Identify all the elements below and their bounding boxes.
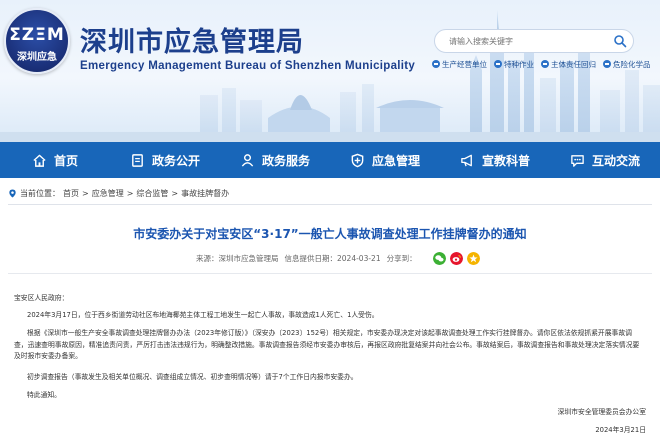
article-paragraph: 根据《深圳市一般生产安全事故调查处理挂牌督办办法（2023年修订版）》（深安办〔… [14,329,640,360]
article-salutation: 宝安区人民政府： [14,294,69,302]
article-signature: 深圳市安全管理委员会办公室 [557,408,646,416]
article-body: 宝安区人民政府： 2024年3月17日，位于西乡街道劳动社区布地海椰苑主体工程工… [0,0,660,442]
article-paragraph: 2024年3月17日，位于西乡街道劳动社区布地海椰苑主体工程工地发生一起亡人事故… [27,311,379,319]
article-paragraph: 特此通知。 [27,391,61,399]
article-paragraph: 初步调查报告（事故发生及相关单位概况、调查组成立情况、初步查明情况等）请于7个工… [27,373,358,381]
article-sign-date: 2024年3月21日 [595,426,646,434]
